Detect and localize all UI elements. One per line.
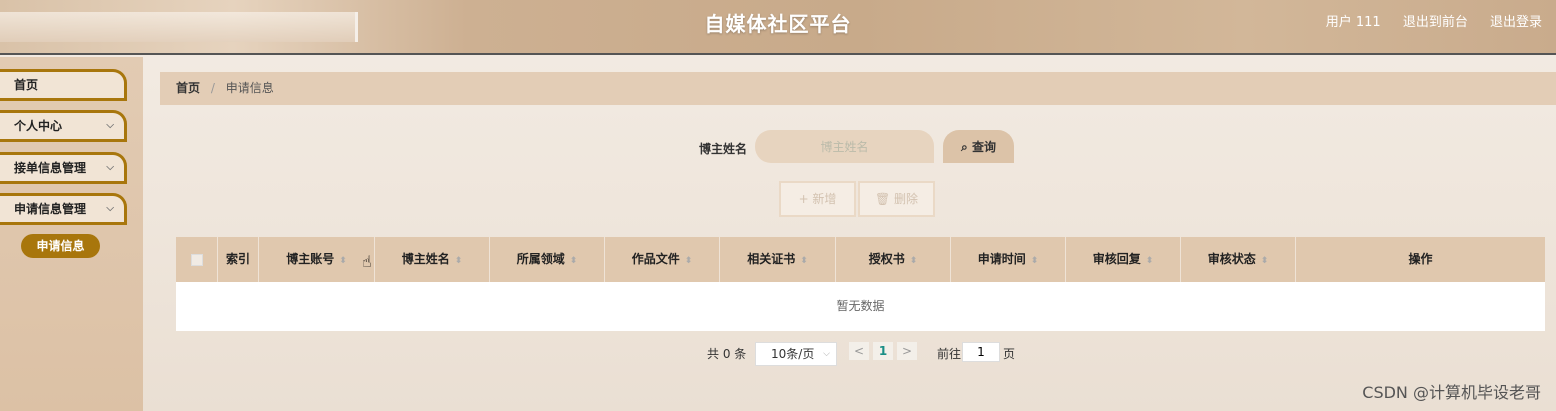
breadcrumb: 首页 / 申请信息 — [160, 72, 1556, 105]
column-header-blogger-account[interactable]: 博主账号 ⬍ — [259, 237, 375, 282]
sort-icon[interactable]: ⬍ — [570, 256, 578, 266]
sidebar-item-personal-center[interactable]: 个人中心 ⌵ — [0, 110, 127, 142]
user-name: 用户 111 — [1325, 15, 1381, 30]
sidebar-item-home[interactable]: 首页 — [0, 69, 127, 101]
sidebar-subitem-application[interactable]: 申请信息 — [21, 234, 100, 258]
chevron-down-icon: ⌵ — [106, 162, 114, 173]
page-size-select[interactable]: 10条/页 ⌵ — [755, 342, 837, 366]
chevron-down-icon: ⌵ — [823, 349, 830, 359]
sidebar-item-label: 接单信息管理 — [14, 161, 87, 175]
column-header-certificate[interactable]: 相关证书 ⬍ — [720, 237, 836, 282]
sort-icon[interactable]: ⬍ — [1146, 256, 1154, 266]
column-header-label: 申请时间 — [977, 252, 1026, 266]
sort-icon[interactable]: ⬍ — [1261, 256, 1269, 266]
breadcrumb-current: 申请信息 — [225, 81, 274, 95]
top-header: 自媒体社区平台 用户 111 退出到前台 退出登录 — [0, 0, 1556, 55]
column-header-label: 相关证书 — [747, 252, 796, 266]
logout-link[interactable]: 退出登录 — [1490, 15, 1542, 30]
goto-page-input[interactable] — [962, 342, 1000, 362]
goto-label: 前往 — [937, 347, 962, 361]
page-number-current[interactable]: 1 — [873, 342, 893, 360]
column-header-apply-time[interactable]: 申请时间 ⬍ — [951, 237, 1066, 282]
column-header-blogger-name[interactable]: 博主姓名 ⬍ — [375, 237, 490, 282]
column-header-work-file[interactable]: 作品文件 ⬍ — [605, 237, 720, 282]
watermark: CSDN @计算机毕设老哥 — [1362, 383, 1541, 402]
sidebar-item-application-info[interactable]: 申请信息管理 ⌵ — [0, 193, 127, 225]
pagination-total: 共 0 条 — [707, 347, 747, 361]
column-header-label: 审核状态 — [1207, 252, 1256, 266]
sort-icon[interactable]: ⬍ — [685, 256, 693, 266]
sidebar-item-label: 个人中心 — [14, 119, 63, 133]
search-label: 博主姓名 — [699, 142, 748, 156]
column-header-label: 博主账号 — [286, 252, 335, 266]
column-header-label: 授权书 — [868, 252, 905, 266]
sort-icon[interactable]: ⬍ — [800, 256, 808, 266]
goto-suffix: 页 — [1003, 347, 1016, 361]
column-header-review-reply[interactable]: 审核回复 ⬍ — [1066, 237, 1181, 282]
page-size-value: 10条/页 — [771, 347, 815, 361]
search-button-label: 查询 — [971, 140, 996, 154]
prev-page-button[interactable]: < — [849, 342, 869, 360]
delete-button[interactable]: 🗑 删除 — [858, 181, 935, 217]
column-header-label: 操作 — [1408, 252, 1433, 266]
sidebar-item-label: 首页 — [14, 78, 39, 92]
column-header-index: 索引 — [218, 237, 259, 282]
column-header-label: 索引 — [225, 252, 250, 266]
empty-text: 暂无数据 — [836, 299, 885, 313]
chevron-down-icon: ⌵ — [106, 203, 114, 214]
sidebar-item-order-info[interactable]: 接单信息管理 ⌵ — [0, 152, 127, 184]
column-header-label: 作品文件 — [631, 252, 680, 266]
column-header-label: 审核回复 — [1092, 252, 1141, 266]
search-icon: ⌕ — [961, 140, 968, 154]
chevron-down-icon: ⌵ — [106, 120, 114, 131]
trash-icon: 🗑 — [874, 192, 891, 206]
sort-icon[interactable]: ⬍ — [1031, 256, 1039, 266]
delete-button-label: 删除 — [894, 192, 919, 206]
column-header-label: 博主姓名 — [401, 252, 450, 266]
search-input[interactable] — [755, 130, 934, 163]
column-header-actions: 操作 — [1296, 237, 1545, 282]
add-button[interactable]: + 新增 — [779, 181, 856, 217]
select-all-checkbox-cell — [176, 237, 218, 282]
select-all-checkbox[interactable] — [190, 253, 203, 266]
hand-cursor-icon: ☝ — [362, 252, 372, 271]
breadcrumb-home[interactable]: 首页 — [176, 81, 200, 95]
breadcrumb-separator: / — [210, 81, 215, 95]
sort-icon[interactable]: ⬍ — [339, 256, 347, 266]
sort-icon[interactable]: ⬍ — [910, 256, 918, 266]
next-page-button[interactable]: > — [897, 342, 917, 360]
table-header: 索引 博主账号 ⬍ 博主姓名 ⬍ 所属领域 ⬍ 作品文件 ⬍ 相关证书 ⬍ 授权书 ⬍ 申请… — [176, 237, 1545, 282]
search-button[interactable]: ⌕ 查询 — [943, 130, 1014, 163]
table-empty-row: 暂无数据 — [176, 282, 1545, 331]
header-actions: 用户 111 退出到前台 退出登录 — [1308, 0, 1542, 48]
sort-icon[interactable]: ⬍ — [455, 256, 463, 266]
column-header-authorization[interactable]: 授权书 ⬍ — [836, 237, 951, 282]
column-header-label: 所属领域 — [516, 252, 565, 266]
column-header-field[interactable]: 所属领域 ⬍ — [490, 237, 605, 282]
column-header-review-status[interactable]: 审核状态 ⬍ — [1181, 237, 1296, 282]
sidebar-item-label: 申请信息管理 — [14, 202, 87, 216]
exit-to-front-link[interactable]: 退出到前台 — [1403, 15, 1468, 30]
data-table: 索引 博主账号 ⬍ 博主姓名 ⬍ 所属领域 ⬍ 作品文件 ⬍ 相关证书 ⬍ 授权书 ⬍ 申请… — [176, 237, 1545, 331]
